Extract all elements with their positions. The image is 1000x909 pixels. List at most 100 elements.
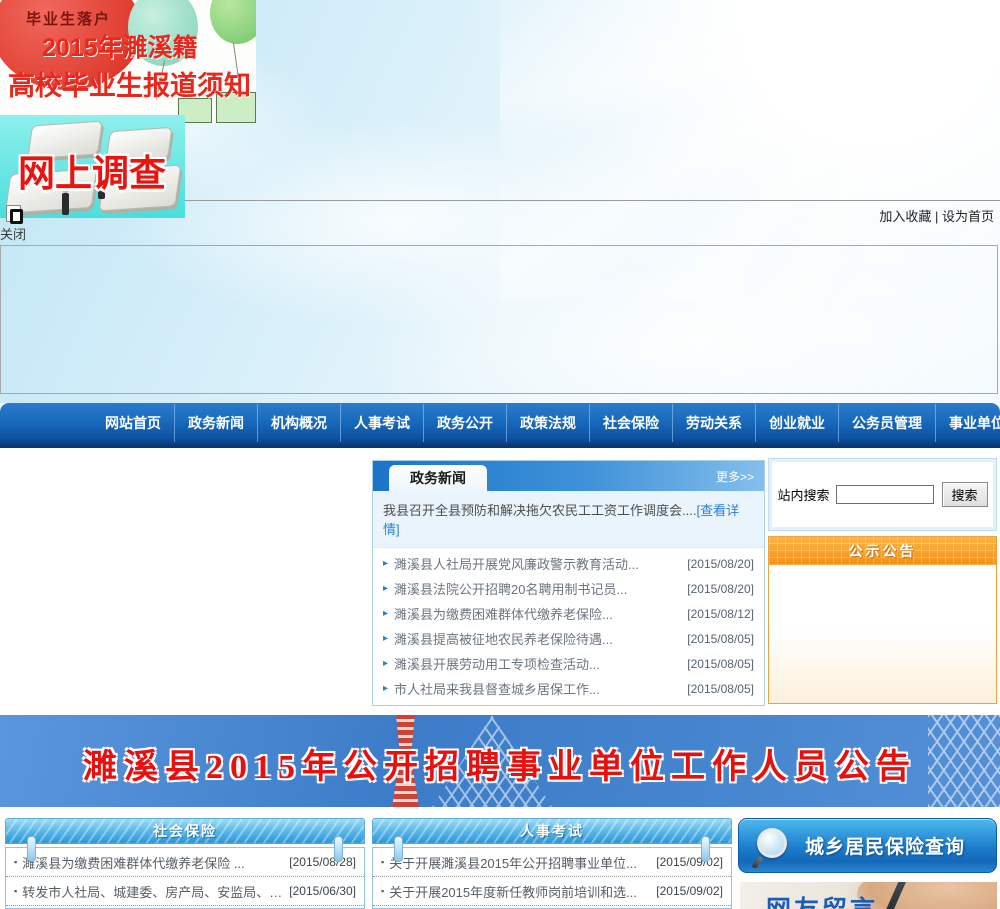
add-favorite-link[interactable]: 加入收藏 [879,209,931,224]
gov-news-header: 政务新闻 更多>> [373,461,764,491]
nav-item-policy[interactable]: 政策法规 [506,404,589,442]
empty-ad-frame [0,245,998,394]
news-item[interactable]: ▸ 濉溪县人社局开展党风廉政警示教育活动... [2015/08/20] [373,551,764,576]
nav-item-social-insurance[interactable]: 社会保险 [589,404,672,442]
tab-gov-news[interactable]: 政务新闻 [389,465,487,491]
search-input[interactable] [835,485,934,504]
insurance-query-label: 城乡居民保险查询 [805,837,966,858]
nav-item-labor-relations[interactable]: 劳动关系 [672,404,755,442]
gov-news-more-link[interactable]: 更多>> [716,468,754,485]
magnifier-handle [751,855,764,869]
site-search-panel: 站内搜索 搜索 [768,458,997,531]
list-item-title: 转发市人社局、城建委、房产局、安监局、总... [22,884,284,900]
list-item-date: [2015/09/02] [656,855,723,869]
announcements-title: 公示公告 [848,543,917,559]
arrow-bullet-icon: ▸ [383,583,389,594]
news-item-title: 濉溪县提高被征地农民养老保险待遇... [394,632,613,647]
magnifier-icon [751,827,791,869]
square-bullet-icon: ▪ [14,886,18,896]
social-insurance-list: ▪ 濉溪县为缴费困难群体代缴养老保险 ... [2015/08/28] ▪ 转发… [5,847,365,909]
set-homepage-link[interactable]: 设为首页 [942,209,994,224]
search-button[interactable]: 搜索 [941,482,988,507]
news-item-date: [2015/08/05] [687,631,754,646]
arrow-bullet-icon: ▸ [383,608,389,619]
personnel-exam-panel: 人事考试 ▪ 关于开展濉溪县2015年公开招聘事业单位... [2015/09/… [372,818,732,909]
personnel-exam-title: 人事考试 [520,823,584,839]
news-item-title: 濉溪县为缴费困难群体代缴养老保险... [394,607,613,622]
list-item-date: [2015/08/28] [289,855,356,869]
banner-title: 濉溪县2015年公开招聘事业单位工作人员公告 [83,749,917,786]
nav-item-org-overview[interactable]: 机构概况 [257,404,340,442]
bottom-sections: 社会保险 ▪ 濉溪县为缴费困难群体代缴养老保险 ... [2015/08/28]… [0,815,1000,909]
square-bullet-icon: ▪ [381,857,385,867]
social-insurance-header: 社会保险 [5,818,365,844]
news-item-title: 濉溪县开展劳动用工专项检查活动... [394,657,600,672]
news-item[interactable]: ▸ 濉溪县为缴费困难群体代缴养老保险... [2015/08/12] [373,601,764,626]
news-item[interactable]: ▸ 濉溪县开展劳动用工专项检查活动... [2015/08/05] [373,651,764,676]
list-item[interactable]: ▪ 关于开展2015年度新任教师岗前培训和选... [2015/09/02] [373,877,731,906]
list-item[interactable]: ▪ 濉溪县为缴费困难群体代缴养老保险 ... [2015/08/28] [6,848,364,877]
news-item-date: [2015/08/20] [687,581,754,596]
nav-item-gov-news[interactable]: 政务新闻 [174,404,257,442]
green-balloon-icon [210,0,256,44]
nav-item-personnel-exam[interactable]: 人事考试 [340,404,423,442]
top-links: 加入收藏 | 设为首页 [879,206,994,225]
news-item[interactable]: ▸ 濉溪县提高被征地农民养老保险待遇... [2015/08/05] [373,626,764,651]
nav-item-institution-hr[interactable]: 事业单位人事管理 [935,404,1000,442]
news-item-date: [2015/08/05] [687,656,754,671]
social-insurance-panel: 社会保险 ▪ 濉溪县为缴费困难群体代缴养老保险 ... [2015/08/28]… [5,818,365,909]
magnifier-lens [757,827,787,858]
pin-decoration-icon [27,836,36,862]
list-item-date: [2015/06/30] [289,884,356,898]
list-item[interactable]: ▪ 关于开展濉溪县2015年公开招聘事业单位... [2015/09/02] [373,848,731,877]
list-item-title: 关于开展濉溪县2015年公开招聘事业单位... [389,855,637,871]
gov-news-list: ▸ 濉溪县人社局开展党风廉政警示教育活动... [2015/08/20] ▸ 濉… [373,548,764,704]
arrow-bullet-icon: ▸ [383,558,389,569]
news-item[interactable]: ▸ 濉溪县法院公开招聘20名聘用制书记员... [2015/08/20] [373,576,764,601]
notice-line1: 2015年濉溪籍 [42,34,198,62]
news-item-title: 濉溪县人社局开展党风廉政警示教育活动... [394,557,639,572]
personnel-exam-header: 人事考试 [372,818,732,844]
search-label: 站内搜索 [777,488,830,503]
insurance-query-button[interactable]: 城乡居民保险查询 [738,818,997,873]
pin-decoration-icon [701,836,710,862]
recruitment-banner[interactable]: 濉溪县2015年公开招聘事业单位工作人员公告 [0,715,1000,807]
personnel-exam-list: ▪ 关于开展濉溪县2015年公开招聘事业单位... [2015/09/02] ▪… [372,847,732,909]
arrow-bullet-icon: ▸ [383,658,389,669]
list-item-title: 关于开展2015年度新任教师岗前培训和选... [389,884,637,900]
close-popup-link[interactable]: 关闭 [0,224,26,243]
main-navbar: 网站首页 政务新闻 机构概况 人事考试 政务公开 政策法规 社会保险 劳动关系 … [0,403,1000,448]
square-bullet-icon: ▪ [14,857,18,867]
nav-item-home[interactable]: 网站首页 [92,404,174,442]
news-item-date: [2015/08/12] [687,606,754,621]
arrow-bullet-icon: ▸ [383,633,389,644]
nav-item-civil-servant[interactable]: 公务员管理 [838,404,935,442]
list-item[interactable]: ▪ 转发市人社局、城建委、房产局、安监局、总... [2015/06/30] [6,877,364,906]
news-item-date: [2015/08/05] [687,681,754,696]
guestbook-banner[interactable]: 网友留言 [740,882,997,909]
page: 毕业生落户 2015年濉溪籍 高校毕业生报道须知 网上调查 加入收藏 | 设为首… [0,0,1000,909]
balloon-text: 毕业生落户 [26,11,112,28]
gov-news-panel: 政务新闻 更多>> 我县召开全县预防和解决拖欠农民工工资工作调度会....[查看… [372,460,765,706]
pin-decoration-icon [334,836,343,862]
nav-item-gov-open[interactable]: 政务公开 [423,404,506,442]
news-item-date: [2015/08/20] [687,556,754,571]
list-item-title: 濉溪县为缴费困难群体代缴养老保险 ... [22,855,245,871]
pin-decoration-icon [394,836,403,862]
announcements-panel: 公示公告 [768,536,997,704]
survey-text: 网上调查 [18,153,166,194]
featured-news-text: 我县召开全县预防和解决拖欠农民工工资工作调度会.... [383,503,697,518]
popup-graduate-notice[interactable]: 毕业生落户 2015年濉溪籍 高校毕业生报道须知 [0,0,256,123]
close-popup-icon[interactable] [6,205,23,224]
popup-online-survey[interactable]: 网上调查 [0,115,185,218]
news-item[interactable]: ▸ 市人社局来我县督查城乡居保工作... [2015/08/05] [373,676,764,701]
news-item-title: 市人社局来我县督查城乡居保工作... [394,682,600,697]
social-insurance-title: 社会保险 [153,823,217,839]
arrow-bullet-icon: ▸ [383,683,389,694]
list-item-date: [2015/09/02] [656,884,723,898]
nav-list: 网站首页 政务新闻 机构概况 人事考试 政务公开 政策法规 社会保险 劳动关系 … [0,403,1000,443]
nav-item-employment[interactable]: 创业就业 [755,404,838,442]
announcements-header: 公示公告 [769,537,996,565]
notice-line2: 高校毕业生报道须知 [8,71,251,101]
news-item-title: 濉溪县法院公开招聘20名聘用制书记员... [394,582,628,597]
